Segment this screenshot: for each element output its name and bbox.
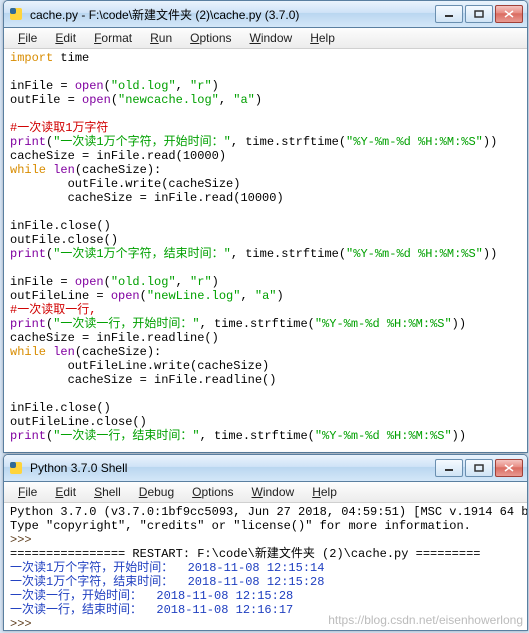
python-file-icon (8, 6, 24, 22)
minimize-button[interactable] (435, 5, 463, 23)
close-button[interactable] (495, 5, 523, 23)
menu-window[interactable]: Window (244, 484, 303, 500)
menu-format[interactable]: Format (86, 30, 140, 46)
menu-edit[interactable]: Edit (47, 30, 84, 46)
close-button[interactable] (495, 459, 523, 477)
menu-edit[interactable]: Edit (47, 484, 84, 500)
editor-title: cache.py - F:\code\新建文件夹 (2)\cache.py (3… (30, 6, 435, 23)
shell-title: Python 3.7.0 Shell (30, 461, 435, 475)
editor-titlebar[interactable]: cache.py - F:\code\新建文件夹 (2)\cache.py (3… (4, 1, 527, 28)
menu-options[interactable]: Options (182, 30, 239, 46)
menu-file[interactable]: File (10, 484, 45, 500)
shell-window: Python 3.7.0 Shell FileEditShellDebugOpt… (3, 454, 528, 631)
watermark: https://blog.csdn.net/eisenhowerlong (328, 613, 523, 627)
code-area[interactable]: import time inFile = open("old.log", "r"… (4, 49, 527, 445)
menu-window[interactable]: Window (242, 30, 301, 46)
python-icon (8, 460, 24, 476)
maximize-button[interactable] (465, 459, 493, 477)
menu-help[interactable]: Help (302, 30, 343, 46)
editor-menubar: FileEditFormatRunOptionsWindowHelp (4, 28, 527, 49)
menu-file[interactable]: File (10, 30, 45, 46)
menu-debug[interactable]: Debug (131, 484, 182, 500)
shell-titlebar[interactable]: Python 3.7.0 Shell (4, 455, 527, 482)
editor-window: cache.py - F:\code\新建文件夹 (2)\cache.py (3… (3, 0, 528, 453)
shell-menubar: FileEditShellDebugOptionsWindowHelp (4, 482, 527, 503)
maximize-button[interactable] (465, 5, 493, 23)
menu-run[interactable]: Run (142, 30, 180, 46)
menu-shell[interactable]: Shell (86, 484, 129, 500)
menu-help[interactable]: Help (304, 484, 345, 500)
minimize-button[interactable] (435, 459, 463, 477)
menu-options[interactable]: Options (184, 484, 241, 500)
